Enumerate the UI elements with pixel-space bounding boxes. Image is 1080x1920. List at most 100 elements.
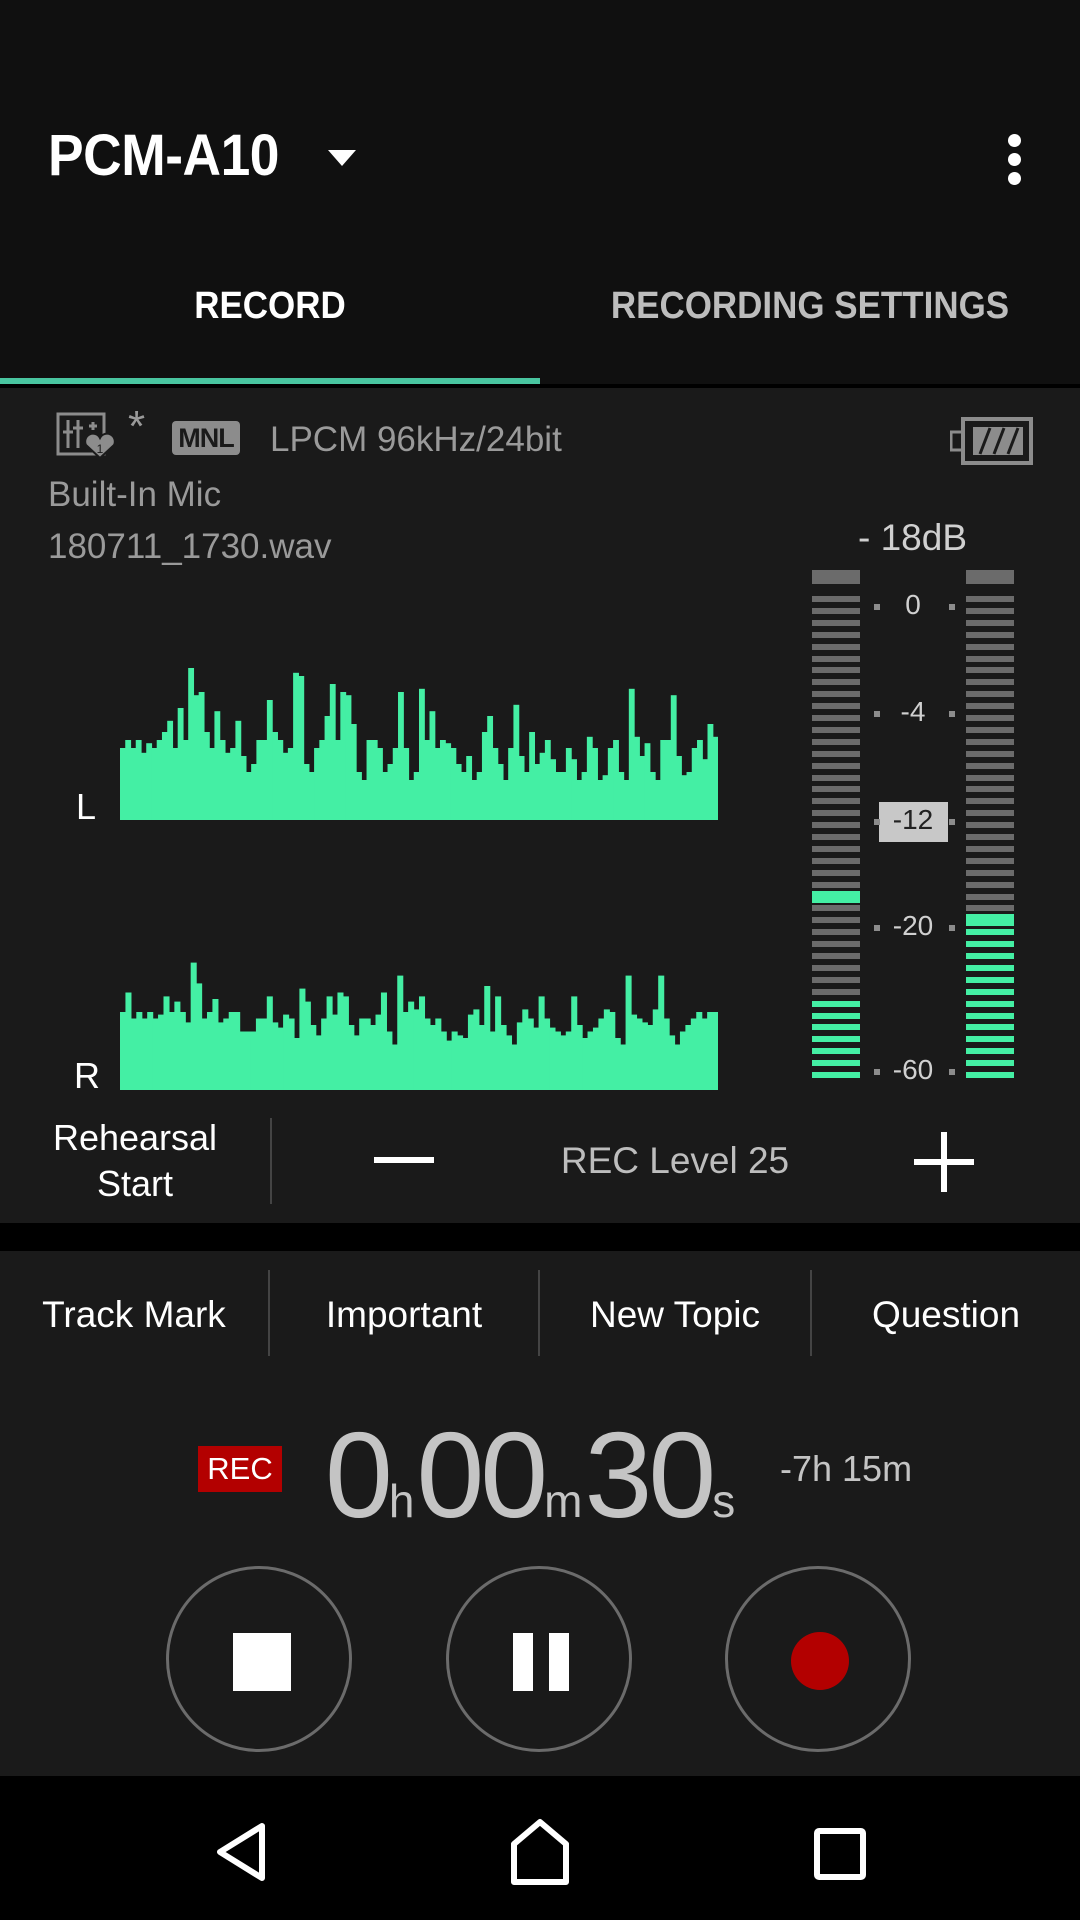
track-mark-button[interactable]: Track Mark: [0, 1290, 268, 1350]
waveform-bar: [639, 756, 646, 820]
device-title[interactable]: PCM-A10: [48, 122, 279, 189]
waveform-bar: [377, 748, 383, 820]
meter-segment: [812, 703, 860, 710]
waveform-bar: [658, 975, 665, 1090]
recents-icon[interactable]: [814, 1828, 866, 1880]
waveform-bar: [481, 732, 488, 820]
dropdown-caret-icon[interactable]: [328, 150, 356, 166]
timer-seconds-unit: s: [712, 1475, 736, 1527]
waveform-bar: [647, 1025, 654, 1090]
waveform-bar: [516, 1022, 523, 1090]
back-icon[interactable]: [210, 1820, 270, 1884]
meter-segment: [966, 631, 1014, 638]
waveform-bar: [382, 772, 389, 820]
waveform-bar: [350, 724, 357, 820]
rehearsal-start-button[interactable]: Rehearsal Start: [20, 1115, 250, 1207]
waveform-bar: [511, 1044, 518, 1090]
waveform-bar: [527, 1018, 534, 1090]
waveform-bar: [326, 996, 333, 1090]
meter-scale-tick: [949, 819, 955, 825]
waveform-bar: [214, 711, 221, 820]
meter-segment: [812, 1036, 860, 1043]
waveform-bar: [587, 1031, 594, 1090]
waveform-bar: [193, 695, 200, 820]
meter-scale-label: 0: [905, 589, 921, 620]
waveform-bar: [702, 759, 709, 820]
waveform-bar: [450, 748, 457, 820]
waveform-bar: [539, 752, 546, 820]
meter-scale-tick: [949, 604, 955, 610]
pause-button[interactable]: [446, 1566, 632, 1752]
waveform-bar: [571, 759, 577, 820]
meter-segment: [966, 703, 1014, 710]
waveform-bar: [497, 764, 504, 820]
record-button[interactable]: [725, 1566, 911, 1752]
minus-icon[interactable]: [374, 1157, 434, 1163]
meter-scale-label: -60: [892, 1054, 934, 1085]
waveform-bar: [560, 1035, 567, 1090]
level-meter-left: [812, 570, 860, 1090]
waveform-bar: [130, 1018, 137, 1090]
waveform-bar: [603, 1009, 610, 1090]
more-options-icon[interactable]: [1000, 130, 1030, 190]
meter-scale-tick: [949, 1069, 955, 1075]
waveform-bar: [402, 1012, 409, 1090]
meter-segment: [812, 607, 860, 614]
waveform-bar: [277, 1027, 284, 1090]
waveform-bar: [277, 740, 284, 820]
waveform-bar: [235, 720, 242, 820]
waveform-bar: [652, 1009, 659, 1090]
waveform-bar: [304, 1001, 311, 1090]
rec-level-label: REC Level 25: [560, 1140, 790, 1181]
waveform-bar: [473, 1009, 480, 1090]
meter-peak-block: [812, 570, 860, 584]
home-icon[interactable]: [508, 1818, 572, 1886]
meter-segment: [812, 822, 860, 829]
waveform-bar: [370, 1025, 377, 1090]
waveform-bar: [460, 772, 467, 820]
svg-text:1: 1: [97, 442, 104, 456]
waveform-bar: [607, 748, 614, 820]
meter-scale-tick: [874, 819, 880, 825]
meter-segment: [966, 798, 1014, 805]
waveform-bar: [223, 1018, 230, 1090]
waveform-bar: [686, 772, 693, 820]
meter-segment: [966, 1024, 1014, 1031]
timer-minutes-unit: m: [544, 1475, 583, 1527]
meter-scale-tick: [874, 711, 880, 717]
meter-scale-tick: [874, 1069, 880, 1075]
meter-segment: [966, 738, 1014, 745]
channel-label-left: L: [76, 786, 97, 827]
waveform-bar: [188, 668, 195, 820]
level-meter-right: [966, 570, 1014, 1090]
tab-record[interactable]: RECORD: [22, 285, 519, 345]
tab-recording-settings[interactable]: RECORDING SETTINGS: [562, 285, 1059, 345]
waveform-bar: [544, 1018, 551, 1090]
meter-segment: [812, 810, 860, 817]
waveform-bar: [419, 688, 425, 820]
meter-segment: [966, 750, 1014, 757]
waveform-bar: [674, 1044, 681, 1090]
waveform-bar: [582, 1038, 589, 1090]
waveform-bar: [135, 740, 142, 820]
waveform-bar: [230, 748, 237, 820]
waveform-bar: [245, 772, 252, 820]
important-mark-button[interactable]: Important: [270, 1290, 538, 1350]
new-topic-mark-button[interactable]: New Topic: [540, 1290, 810, 1350]
waveform-bar: [282, 752, 289, 820]
waveform-bar: [712, 1012, 718, 1090]
waveform-bar: [451, 1031, 458, 1090]
elapsed-time: 0h00m30s: [325, 1405, 737, 1545]
waveform-bar: [555, 772, 562, 820]
waveform-bar: [212, 999, 219, 1090]
meter-segment: [812, 953, 860, 959]
waveform-bar: [660, 740, 667, 820]
meter-segment: [812, 964, 860, 971]
question-mark-button[interactable]: Question: [812, 1290, 1080, 1350]
waveform-bar: [356, 772, 362, 820]
plus-icon[interactable]: [914, 1132, 974, 1192]
waveform-bar: [398, 692, 404, 820]
stop-button[interactable]: [166, 1566, 352, 1752]
waveform-bar: [288, 1018, 295, 1090]
meter-segment: [966, 964, 1014, 971]
